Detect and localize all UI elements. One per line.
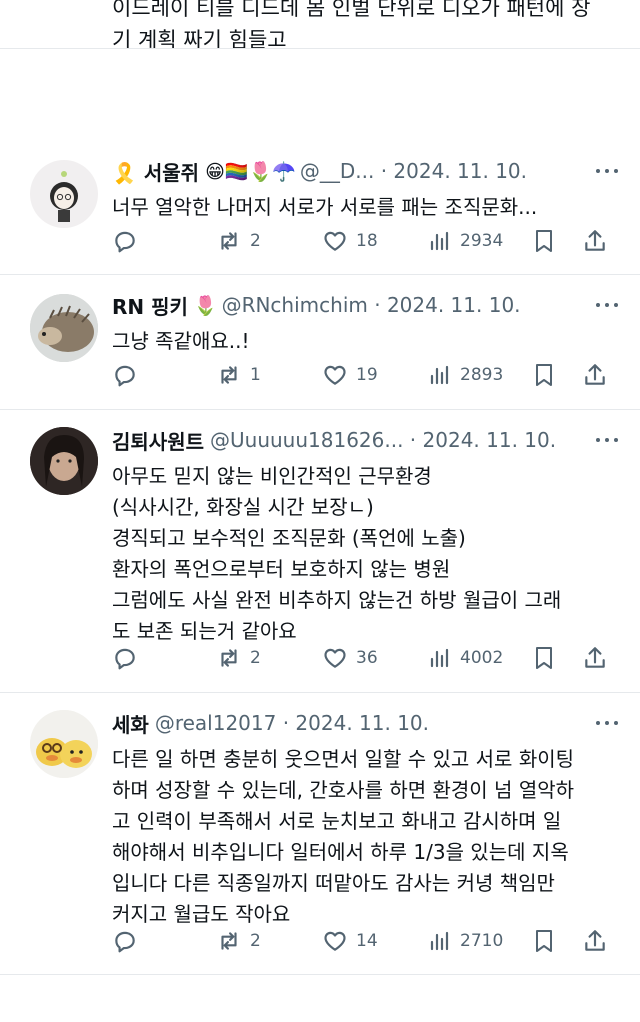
retweet-button[interactable]: 2: [216, 226, 261, 256]
share-button[interactable]: [582, 360, 608, 390]
user-handle[interactable]: @__D...: [300, 159, 374, 183]
view-count: 4002: [460, 648, 504, 668]
reply-icon: [115, 231, 135, 253]
like-icon: [324, 931, 346, 951]
like-button[interactable]: 14: [322, 926, 378, 956]
more-icon[interactable]: [592, 423, 622, 457]
display-name[interactable]: 김퇴사원트: [112, 426, 204, 455]
user-handle[interactable]: @Uuuuuu181626...: [210, 428, 403, 452]
like-count: 36: [356, 648, 378, 668]
retweet-count: 2: [250, 931, 261, 951]
retweet-count: 2: [250, 648, 261, 668]
like-icon: [324, 648, 346, 668]
user-handle[interactable]: @real12017: [155, 711, 277, 735]
views-icon: [430, 648, 449, 668]
view-count: 2893: [460, 365, 504, 385]
avatar[interactable]: [30, 710, 98, 778]
share-icon: [585, 647, 605, 668]
retweet-icon: [221, 932, 237, 950]
reply-button[interactable]: [112, 926, 138, 956]
tweet-date[interactable]: 2024. 11. 10.: [387, 293, 521, 317]
display-name[interactable]: RN 핑키: [112, 291, 188, 320]
reply-button[interactable]: [112, 226, 138, 256]
like-count: 18: [356, 231, 378, 251]
display-name[interactable]: 🎗️ 서울쥐: [112, 157, 199, 186]
bookmark-icon: [536, 230, 552, 252]
name-emojis: 🌷: [193, 294, 218, 317]
more-icon[interactable]: [592, 706, 622, 740]
retweet-icon: [221, 232, 237, 250]
divider: [0, 692, 640, 693]
reply-icon: [115, 931, 135, 953]
share-button[interactable]: [582, 926, 608, 956]
view-count: 2934: [460, 231, 504, 251]
reply-icon: [115, 648, 135, 670]
views-button[interactable]: 2710: [428, 926, 503, 956]
reply-button[interactable]: [112, 643, 138, 673]
view-count: 2710: [460, 931, 504, 951]
divider: [0, 48, 640, 49]
views-button[interactable]: 2934: [428, 226, 503, 256]
like-icon: [324, 365, 346, 385]
divider: [0, 274, 640, 275]
more-icon[interactable]: [592, 288, 622, 322]
retweet-icon: [221, 649, 237, 667]
bookmark-button[interactable]: [532, 926, 556, 956]
share-icon: [585, 364, 605, 385]
like-button[interactable]: 36: [322, 643, 378, 673]
share-icon: [585, 930, 605, 951]
reply-icon: [115, 365, 135, 387]
retweet-button[interactable]: 2: [216, 643, 261, 673]
bookmark-button[interactable]: [532, 360, 556, 390]
views-button[interactable]: 4002: [428, 643, 503, 673]
views-icon: [430, 365, 449, 385]
tweet-text: 아무도 믿지 않는 비인간적인 근무환경 (식사시간, 화장실 시간 보장ㄴ) …: [112, 464, 562, 643]
avatar[interactable]: [30, 160, 98, 228]
tweet-date[interactable]: 2024. 11. 10.: [393, 159, 527, 183]
retweet-count: 2: [250, 231, 261, 251]
views-icon: [430, 931, 449, 951]
bookmark-icon: [536, 364, 552, 386]
tweet-date[interactable]: 2024. 11. 10.: [423, 428, 557, 452]
name-emojis: 😁🏳️‍🌈🌷☂️: [205, 160, 296, 183]
bookmark-button[interactable]: [532, 226, 556, 256]
tweet-text: 너무 열악한 나머지 서로가 서로를 패는 조직문화...: [112, 195, 538, 219]
share-icon: [585, 230, 605, 251]
tweet-text: 다른 일 하면 충분히 웃으면서 일할 수 있고 서로 화이팅 하며 성장할 수…: [112, 747, 575, 926]
like-button[interactable]: 18: [322, 226, 378, 256]
like-icon: [324, 231, 346, 251]
bookmark-button[interactable]: [532, 643, 556, 673]
divider: [0, 974, 640, 975]
tweet-text: 그냥 족같애요..!: [112, 329, 250, 353]
divider: [0, 409, 640, 410]
views-button[interactable]: 2893: [428, 360, 503, 390]
tweet-date[interactable]: 2024. 11. 10.: [295, 711, 429, 735]
like-button[interactable]: 19: [322, 360, 378, 390]
user-handle[interactable]: @RNchimchim: [222, 293, 368, 317]
previous-tweet-line-1: 이드레이 티블 디드데 몸 인벌 단위로 디오가 패턴에 장: [112, 0, 591, 20]
bookmark-icon: [536, 647, 552, 669]
avatar[interactable]: [30, 294, 98, 362]
display-name[interactable]: 세화: [112, 709, 149, 738]
retweet-icon: [221, 366, 237, 384]
like-count: 14: [356, 931, 378, 951]
share-button[interactable]: [582, 643, 608, 673]
more-icon[interactable]: [592, 154, 622, 188]
reply-button[interactable]: [112, 360, 138, 390]
avatar[interactable]: [30, 427, 98, 495]
like-count: 19: [356, 365, 378, 385]
share-button[interactable]: [582, 226, 608, 256]
retweet-button[interactable]: 1: [216, 360, 261, 390]
bookmark-icon: [536, 930, 552, 952]
retweet-count: 1: [250, 365, 261, 385]
views-icon: [430, 231, 449, 251]
retweet-button[interactable]: 2: [216, 926, 261, 956]
